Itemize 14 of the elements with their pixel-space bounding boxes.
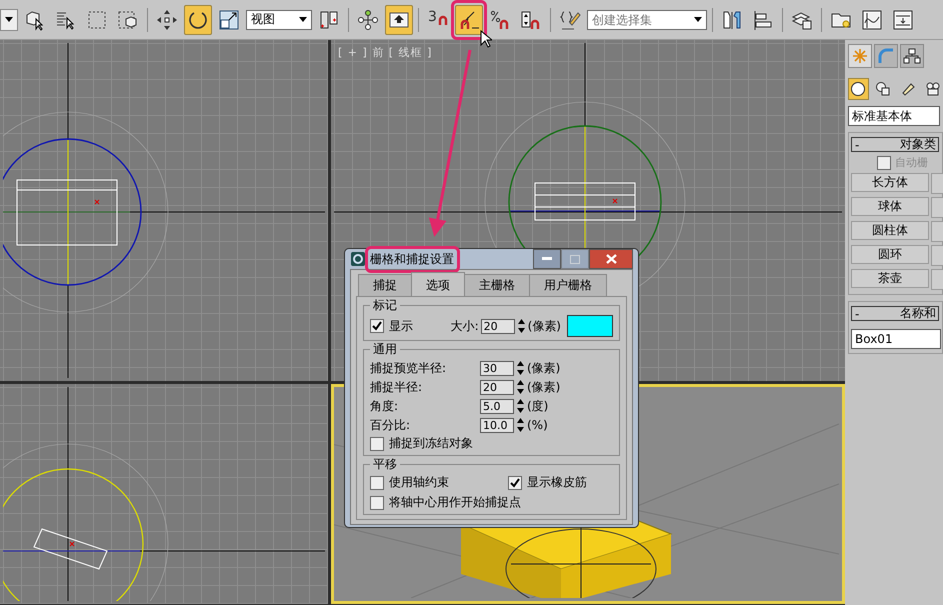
unit-label: (像素) — [527, 378, 560, 396]
setting-label: 捕捉预览半径: — [370, 360, 448, 376]
setting-label: 捕捉半径: — [370, 378, 424, 396]
unit-label: (度) — [527, 398, 548, 414]
group-title: 通用 — [372, 341, 398, 358]
unit-label: (像素) — [527, 360, 560, 376]
unit-label: (%) — [527, 418, 548, 432]
dialog-title: 栅格和捕捉设置 — [370, 252, 454, 266]
unit-label: (像素) — [528, 318, 561, 334]
size-label: 大小: — [450, 318, 479, 334]
setting-label: 百分比: — [370, 416, 412, 434]
group-title: 标记 — [372, 297, 398, 314]
setting-label: 角度: — [370, 398, 400, 414]
group-title: 平移 — [372, 456, 398, 473]
